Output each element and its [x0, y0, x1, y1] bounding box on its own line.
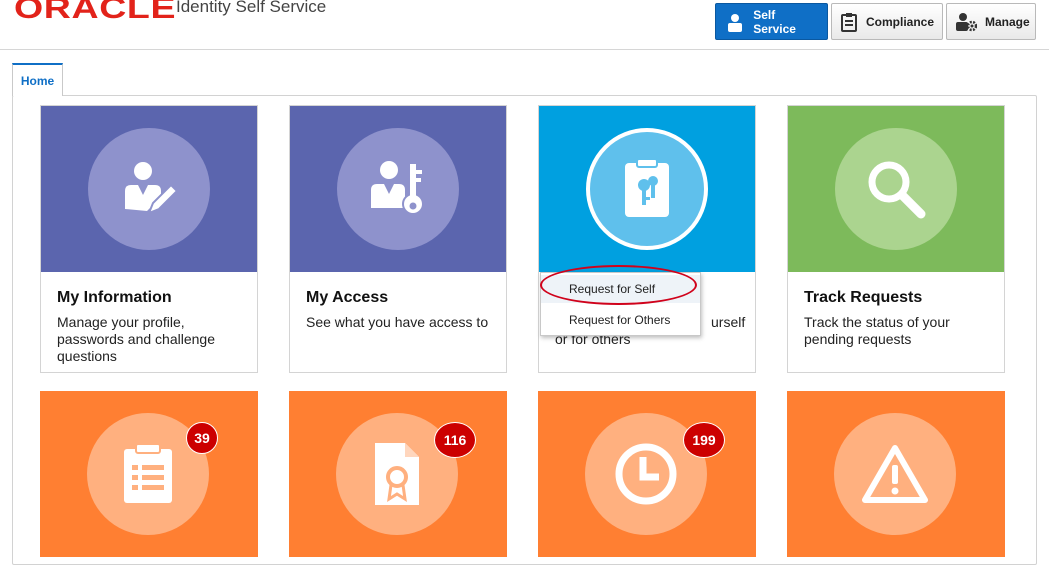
my-access-tile[interactable]: My Access See what you have access to: [289, 105, 507, 373]
tile-banner: [788, 106, 1004, 272]
tile-title: My Information: [57, 289, 172, 306]
magnifier-icon: [835, 128, 957, 250]
count-badge: 39: [186, 422, 218, 454]
certifications-tile[interactable]: 116: [289, 391, 507, 561]
user-edit-icon: [88, 128, 210, 250]
tile-banner: 199: [538, 391, 756, 557]
user-key-icon: [337, 128, 459, 250]
warning-icon: [834, 413, 956, 535]
manage-label: Manage: [985, 14, 1030, 29]
top-header: ORACLE Identity Self Service Self Servic…: [0, 0, 1049, 50]
alerts-tile[interactable]: [787, 391, 1005, 561]
tile-description: See what you have access to: [306, 314, 489, 330]
tile-banner: [787, 391, 1005, 557]
my-information-tile[interactable]: My Information Manage your profile, pass…: [40, 105, 258, 373]
user-gear-icon: [955, 11, 977, 33]
request-for-others-item[interactable]: Request for Others: [541, 306, 700, 334]
count-badge: 199: [683, 422, 725, 458]
tile-banner: [290, 106, 506, 272]
self-service-button[interactable]: Self Service: [715, 3, 828, 40]
tile-banner: [539, 106, 755, 272]
pending-tasks-tile[interactable]: 39: [40, 391, 258, 561]
oracle-logo: ORACLE: [14, 0, 177, 25]
tile-description: Track the status of your pending request…: [804, 314, 950, 347]
manage-button[interactable]: Manage: [946, 3, 1036, 40]
self-service-label: Self Service: [753, 7, 796, 36]
tile-title: My Access: [306, 289, 389, 306]
count-badge: 116: [434, 422, 476, 458]
app-title: Identity Self Service: [176, 0, 327, 16]
tile-banner: [41, 106, 257, 272]
tab-home[interactable]: Home: [12, 63, 63, 96]
clipboard-icon: [840, 11, 858, 33]
track-requests-tile[interactable]: Track Requests Track the status of your …: [787, 105, 1005, 373]
tile-banner: 116: [289, 391, 507, 557]
request-access-menu: Request for Self Request for Others: [540, 272, 701, 336]
tile-title: Track Requests: [804, 289, 923, 306]
user-icon: [724, 11, 745, 33]
clipboard-key-icon: [586, 128, 708, 250]
compliance-label: Compliance: [866, 14, 935, 29]
pending-approvals-tile[interactable]: 199: [538, 391, 756, 561]
request-for-self-item[interactable]: Request for Self: [541, 275, 700, 303]
tile-description: Manage your profile, passwords and chall…: [57, 314, 215, 364]
tile-banner: 39: [40, 391, 258, 557]
compliance-button[interactable]: Compliance: [831, 3, 943, 40]
